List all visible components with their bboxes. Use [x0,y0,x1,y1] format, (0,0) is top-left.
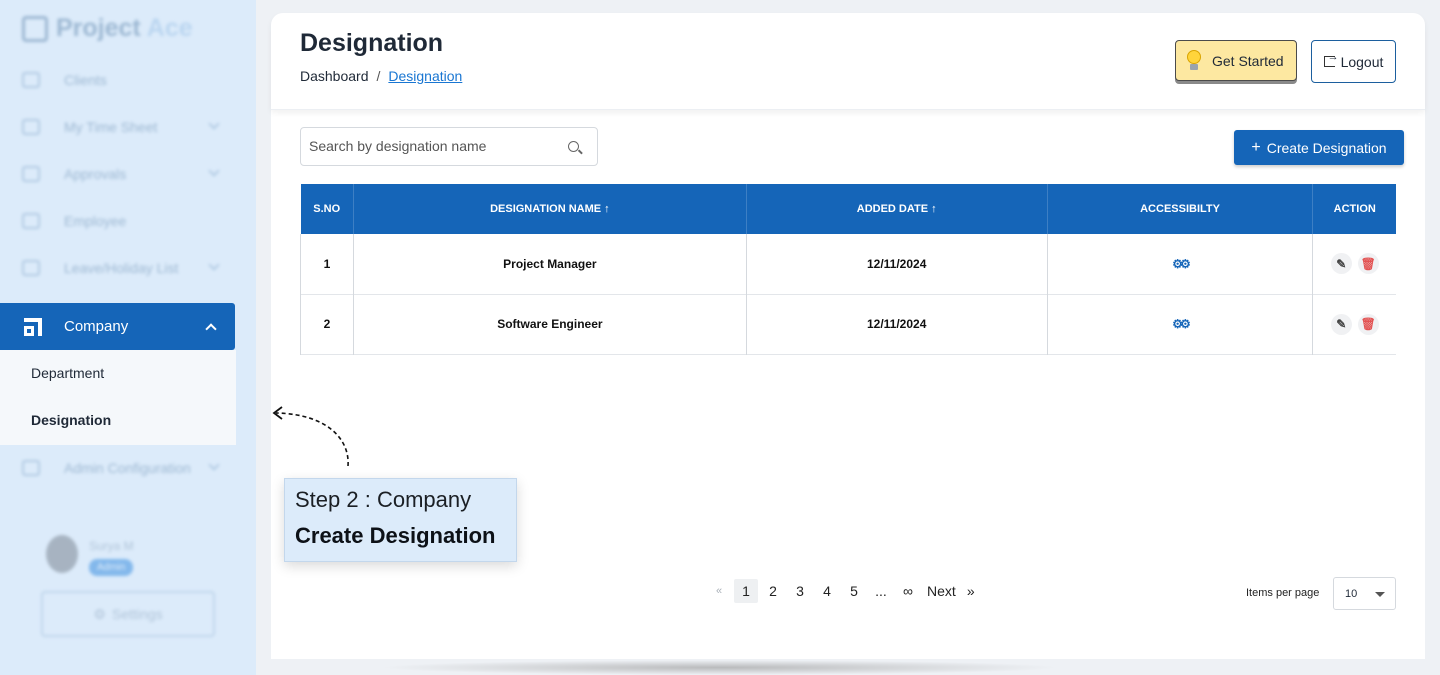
items-per-page-label: Items per page [1246,587,1320,599]
cell-accessibility: ⚙⚙ [1047,234,1314,294]
gears-icon[interactable]: ⚙⚙ [1172,317,1190,331]
gear-icon: ⚙ [93,605,106,622]
chevron-down-icon [208,165,220,177]
page-3[interactable]: 3 [788,579,812,603]
pagination: « 1 2 3 4 5 ... ∞ Next » [707,579,986,603]
user-profile[interactable]: Surya M Admin [46,535,134,576]
cell-action: ✎ 🗑 [1313,294,1396,354]
lightbulb-icon [1186,49,1202,72]
role-badge: Admin [89,559,134,576]
create-designation-button[interactable]: + Create Designation [1234,130,1404,165]
breadcrumb-designation[interactable]: Designation [388,68,462,84]
employee-icon [22,213,40,229]
logo-text: Project Ace [56,14,193,42]
page-1[interactable]: 1 [734,579,758,603]
cell-action: ✎ 🗑 [1313,234,1396,294]
cell-added-date: 12/11/2024 [746,294,1048,354]
company-submenu: Department Designation [0,350,236,445]
chevron-down-icon [208,259,220,271]
cell-added-date: 12/11/2024 [746,234,1048,294]
gears-icon[interactable]: ⚙⚙ [1172,257,1190,271]
search-field[interactable] [300,127,598,166]
page-5[interactable]: 5 [842,579,866,603]
cell-designation-name: Software Engineer [353,294,747,354]
company-icon [24,317,42,336]
user-name: Surya M [89,539,134,553]
app-logo: Project Ace [22,14,193,43]
sidebar-item-clients[interactable]: Clients [0,60,236,100]
plus-icon: + [1251,138,1261,156]
page-title: Designation [300,29,444,57]
sidebar-item-label: Company [64,318,129,335]
tour-action-text: Create Designation [295,523,496,548]
search-icon[interactable] [568,141,579,152]
pagination-next[interactable]: Next [927,579,956,603]
avatar [46,535,78,573]
designation-table: S.NO DESIGNATION NAME ↑ ADDED DATE ↑ ACC… [300,184,1396,355]
page-last[interactable]: ∞ [896,579,920,603]
tour-step-text: Step 2 : Company [295,487,472,512]
cell-accessibility: ⚙⚙ [1047,294,1314,354]
clients-icon [22,72,40,88]
table-header-row: S.NO DESIGNATION NAME ↑ ADDED DATE ↑ ACC… [300,184,1396,234]
delete-icon[interactable]: 🗑 [1357,253,1379,275]
breadcrumb-separator: / [376,68,381,84]
page-2[interactable]: 2 [761,579,785,603]
main-panel: Designation Dashboard / Designation Get St… [271,13,1425,659]
sidebar-item-time-sheet[interactable]: My Time Sheet [0,107,236,147]
chevron-up-icon [205,323,217,335]
sidebar-item-admin-configuration[interactable]: Admin Configuration [0,448,236,488]
tour-arrow [272,406,349,467]
admin-icon [22,460,40,476]
dropdown-arrow-icon [1375,592,1385,597]
sidebar-item-company[interactable]: Company [0,303,235,350]
timesheet-icon [22,119,40,135]
table-row: 2 Software Engineer 12/11/2024 ⚙⚙ ✎ 🗑 [300,294,1396,354]
logout-button[interactable]: Logout [1311,40,1396,83]
sidebar: Project Ace Clients My Time Sheet Approv… [0,0,256,675]
cell-designation-name: Project Manager [353,234,747,294]
leave-icon [22,260,40,276]
table-row: 1 Project Manager 12/11/2024 ⚙⚙ ✎ 🗑 [300,234,1396,294]
cell-sno: 2 [300,294,354,354]
sidebar-item-approvals[interactable]: Approvals [0,154,236,194]
logout-icon [1323,51,1339,67]
edit-icon[interactable]: ✎ [1330,313,1352,335]
submenu-item-department[interactable]: Department [31,365,104,381]
bottom-shadow [380,660,1060,675]
search-input[interactable] [301,128,551,164]
chevron-down-icon [208,459,220,471]
breadcrumb: Dashboard / Designation [300,68,462,84]
tour-tooltip: Step 2 : Company Create Designation [284,478,517,562]
breadcrumb-dashboard[interactable]: Dashboard [300,68,369,84]
logo-icon [22,15,48,42]
page-4[interactable]: 4 [815,579,839,603]
pagination-first[interactable]: « [707,579,731,603]
calendar-icon [22,166,40,182]
submenu-item-designation[interactable]: Designation [31,412,111,428]
page-header: Designation Dashboard / Designation Get St… [271,13,1425,110]
column-header-accessibility: ACCESSIBILTY [1047,184,1314,234]
pagination-last[interactable]: » [959,579,983,603]
delete-icon[interactable]: 🗑 [1357,313,1379,335]
get-started-button[interactable]: Get Started [1175,40,1297,81]
cell-sno: 1 [300,234,354,294]
column-header-name[interactable]: DESIGNATION NAME ↑ [353,184,747,234]
sidebar-item-employee[interactable]: Employee [0,201,236,241]
page-ellipsis: ... [875,583,887,599]
column-header-action: ACTION [1333,203,1376,215]
edit-icon[interactable]: ✎ [1330,253,1352,275]
column-header-date[interactable]: ADDED DATE ↑ [746,184,1048,234]
settings-button[interactable]: ⚙ Settings [41,591,215,637]
chevron-down-icon [208,118,220,130]
sidebar-item-leave[interactable]: Leave/Holiday List [0,248,236,288]
items-per-page-select[interactable]: 10 [1333,577,1396,610]
column-header-sno: S.NO [300,184,354,234]
